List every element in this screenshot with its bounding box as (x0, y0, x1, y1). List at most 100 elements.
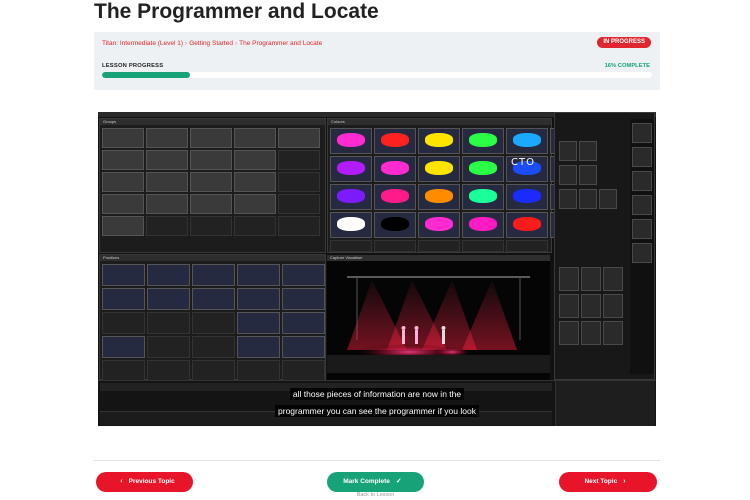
colour-palette-cell[interactable] (330, 240, 372, 252)
colour-palette-cell[interactable] (462, 184, 504, 210)
colour-palette-cell[interactable] (506, 128, 548, 154)
group-cell[interactable] (146, 194, 188, 214)
position-cell[interactable] (192, 360, 235, 382)
previous-topic-button[interactable]: ‹ Previous Topic (96, 472, 193, 492)
colour-palette-cell[interactable] (374, 212, 416, 238)
position-cell[interactable] (102, 312, 145, 334)
console-side-button[interactable] (632, 147, 652, 167)
group-cell[interactable] (190, 128, 232, 148)
position-cell[interactable] (102, 360, 145, 382)
group-cell[interactable] (102, 172, 144, 192)
workspace-button[interactable] (559, 267, 579, 291)
position-cell[interactable] (282, 312, 325, 334)
console-button[interactable] (579, 141, 597, 161)
position-cell[interactable] (237, 264, 280, 286)
colour-palette-cell[interactable] (506, 184, 548, 210)
colour-palette-cell[interactable] (374, 128, 416, 154)
position-cell[interactable] (192, 288, 235, 310)
workspace-button[interactable] (559, 321, 579, 345)
colour-palette-cell[interactable] (374, 184, 416, 210)
position-cell[interactable] (147, 312, 190, 334)
console-button[interactable] (559, 141, 577, 161)
colour-palette-cell[interactable] (418, 184, 460, 210)
group-cell[interactable] (146, 172, 188, 192)
group-cell[interactable] (278, 172, 320, 192)
group-cell[interactable] (278, 128, 320, 148)
group-cell[interactable] (190, 216, 232, 236)
back-to-lesson-link[interactable]: Back to Lesson (327, 492, 424, 498)
console-button[interactable] (579, 165, 597, 185)
colour-palette-cell[interactable] (462, 212, 504, 238)
group-cell[interactable] (102, 216, 144, 236)
group-cell[interactable] (234, 194, 276, 214)
colour-palette-cell[interactable] (330, 212, 372, 238)
colour-palette-cell[interactable] (506, 212, 548, 238)
position-cell[interactable] (102, 288, 145, 310)
position-cell[interactable] (147, 360, 190, 382)
group-cell[interactable] (278, 194, 320, 214)
workspace-button[interactable] (581, 321, 601, 345)
colour-palette-cell[interactable] (374, 156, 416, 182)
console-side-button[interactable] (632, 123, 652, 143)
colour-palette-cell[interactable] (418, 212, 460, 238)
next-topic-button[interactable]: Next Topic › (559, 472, 657, 492)
position-cell[interactable] (237, 336, 280, 358)
position-cell[interactable] (282, 360, 325, 382)
position-cell[interactable] (282, 288, 325, 310)
group-cell[interactable] (146, 216, 188, 236)
position-cell[interactable] (147, 336, 190, 358)
colour-palette-cell[interactable] (506, 240, 548, 252)
group-cell[interactable] (190, 194, 232, 214)
position-cell[interactable] (237, 288, 280, 310)
console-side-button[interactable] (632, 171, 652, 191)
position-cell[interactable] (192, 264, 235, 286)
group-cell[interactable] (278, 150, 320, 170)
console-button[interactable] (599, 189, 617, 209)
console-button[interactable] (559, 165, 577, 185)
position-cell[interactable] (147, 264, 190, 286)
group-cell[interactable] (190, 172, 232, 192)
colour-palette-cell[interactable] (462, 156, 504, 182)
group-cell[interactable] (146, 150, 188, 170)
position-cell[interactable] (192, 312, 235, 334)
workspace-button[interactable] (581, 267, 601, 291)
breadcrumb-lesson[interactable]: Getting Started (189, 40, 233, 47)
position-cell[interactable] (102, 264, 145, 286)
colour-palette-cell[interactable] (418, 156, 460, 182)
position-cell[interactable] (102, 336, 145, 358)
position-cell[interactable] (282, 264, 325, 286)
console-side-button[interactable] (632, 243, 652, 263)
mark-complete-button[interactable]: Mark Complete ✓ (327, 472, 424, 492)
console-side-button[interactable] (632, 195, 652, 215)
workspace-button[interactable] (559, 294, 579, 318)
group-cell[interactable] (234, 216, 276, 236)
workspace-button[interactable] (603, 294, 623, 318)
position-cell[interactable] (282, 336, 325, 358)
colour-palette-cell[interactable] (462, 128, 504, 154)
colour-palette-cell[interactable] (374, 240, 416, 252)
group-cell[interactable] (102, 194, 144, 214)
position-cell[interactable] (237, 360, 280, 382)
colour-palette-cell[interactable] (330, 128, 372, 154)
position-cell[interactable] (147, 288, 190, 310)
lesson-video[interactable]: Groups Colours CTO Positions Capture Vis… (98, 112, 656, 426)
breadcrumb-course[interactable]: Titan: Intermediate (Level 1) (102, 40, 183, 47)
workspace-button[interactable] (603, 321, 623, 345)
colour-palette-cell[interactable] (418, 128, 460, 154)
console-side-button[interactable] (632, 219, 652, 239)
group-cell[interactable] (234, 128, 276, 148)
group-cell[interactable] (146, 128, 188, 148)
position-cell[interactable] (237, 312, 280, 334)
group-cell[interactable] (278, 216, 320, 236)
colour-palette-cell[interactable] (330, 184, 372, 210)
workspace-button[interactable] (603, 267, 623, 291)
group-cell[interactable] (234, 150, 276, 170)
group-cell[interactable] (102, 150, 144, 170)
workspace-button[interactable] (581, 294, 601, 318)
group-cell[interactable] (102, 128, 144, 148)
position-cell[interactable] (192, 336, 235, 358)
colour-palette-cell[interactable] (462, 240, 504, 252)
colour-palette-cell[interactable] (418, 240, 460, 252)
group-cell[interactable] (234, 172, 276, 192)
console-button[interactable] (559, 189, 577, 209)
